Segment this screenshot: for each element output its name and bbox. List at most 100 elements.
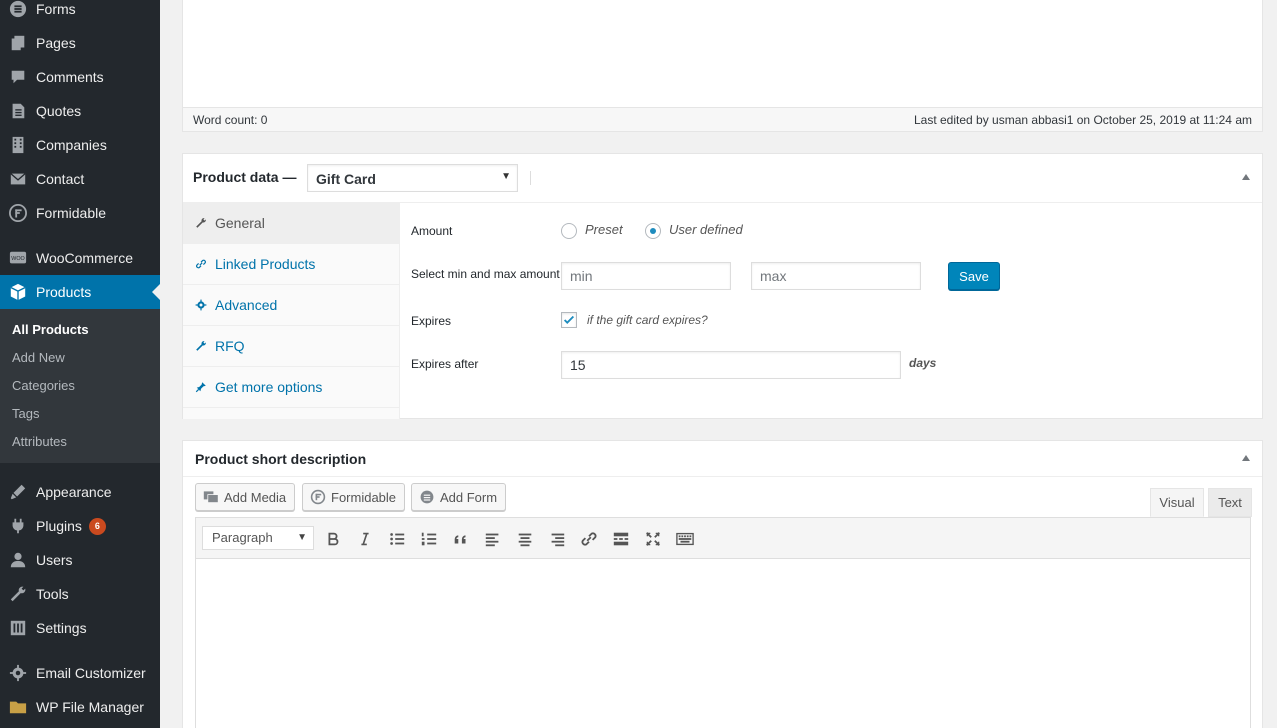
- product-data-header: Product data — Gift Card ▼: [183, 154, 1262, 203]
- menu-item-quotes[interactable]: Quotes: [0, 94, 160, 128]
- wrench-icon: [194, 339, 208, 353]
- plugins-icon: [8, 516, 28, 536]
- bullet-list-icon: [390, 533, 405, 545]
- woocommerce-icon: WOO: [8, 248, 28, 268]
- menu-item-label: Formidable: [36, 205, 107, 221]
- menu-item-email-customizer[interactable]: Email Customizer: [0, 656, 160, 690]
- expires-label: Expires: [411, 314, 452, 328]
- add-form-label: Add Form: [440, 489, 498, 505]
- menu-item-tools[interactable]: Tools: [0, 577, 160, 611]
- menu-item-label: Settings: [36, 620, 87, 636]
- add-media-label: Add Media: [224, 489, 287, 505]
- menu-item-contact[interactable]: Contact: [0, 162, 160, 196]
- wrench-icon: [194, 216, 208, 230]
- toolbar-toggle-button[interactable]: [672, 526, 698, 552]
- italic-button[interactable]: [352, 526, 378, 552]
- align-left-button[interactable]: [480, 526, 506, 552]
- short-description-editor[interactable]: [195, 558, 1251, 728]
- tools-icon: [8, 584, 28, 604]
- expires-checkbox[interactable]: [561, 312, 577, 328]
- menu-item-companies[interactable]: Companies: [0, 128, 160, 162]
- menu-item-label: Pages: [36, 35, 76, 51]
- menu-item-woocommerce[interactable]: WOO WooCommerce: [0, 241, 160, 275]
- menu-item-label: Users: [36, 552, 73, 568]
- editor-toolbar: Paragraph ▼: [195, 517, 1251, 559]
- tab-text[interactable]: Text: [1208, 488, 1252, 517]
- format-select[interactable]: Paragraph ▼: [202, 526, 314, 550]
- tab-advanced[interactable]: Advanced: [183, 285, 399, 326]
- menu-item-appearance[interactable]: Appearance: [0, 475, 160, 509]
- align-left-icon: [485, 533, 499, 547]
- menu-item-forms[interactable]: Forms: [0, 0, 160, 26]
- product-type-select[interactable]: Gift Card ▼: [307, 164, 518, 192]
- checkmark-icon: [563, 315, 575, 324]
- max-amount-input[interactable]: [751, 262, 921, 290]
- menu-item-formidable[interactable]: Formidable: [0, 196, 160, 230]
- min-amount-input[interactable]: [561, 262, 731, 290]
- submenu-add-new[interactable]: Add New: [12, 350, 65, 365]
- menu-item-label: Companies: [36, 137, 107, 153]
- plugin-icon: [194, 380, 208, 394]
- insert-link-button[interactable]: [576, 526, 602, 552]
- tab-rfq[interactable]: RFQ: [183, 326, 399, 367]
- numbered-list-button[interactable]: [416, 526, 442, 552]
- save-button[interactable]: Save: [948, 262, 1000, 290]
- submenu-attributes[interactable]: Attributes: [12, 434, 67, 449]
- fullscreen-icon: [646, 532, 660, 546]
- tab-get-more-options[interactable]: Get more options: [183, 367, 399, 408]
- tab-linked-products[interactable]: Linked Products: [183, 244, 399, 285]
- formidable-button[interactable]: Formidable: [302, 483, 406, 511]
- formidable-icon: [8, 203, 28, 223]
- expires-after-input[interactable]: [561, 351, 901, 379]
- menu-item-comments[interactable]: Comments: [0, 60, 160, 94]
- align-center-button[interactable]: [512, 526, 538, 552]
- plugins-update-badge: 6: [88, 517, 106, 535]
- short-description-panel: Product short description Add Media Form…: [182, 440, 1263, 728]
- tab-label: General: [215, 215, 265, 231]
- amount-preset-radio[interactable]: [561, 223, 577, 239]
- menu-item-users[interactable]: Users: [0, 543, 160, 577]
- menu-item-label: Appearance: [36, 484, 112, 500]
- link-icon: [581, 532, 597, 546]
- bold-button[interactable]: [320, 526, 346, 552]
- appearance-icon: [8, 482, 28, 502]
- add-form-button[interactable]: Add Form: [411, 483, 507, 511]
- align-right-button[interactable]: [544, 526, 570, 552]
- collapse-toggle-icon[interactable]: [1242, 455, 1250, 461]
- amount-user-defined-radio[interactable]: [645, 223, 661, 239]
- amount-user-defined-label: User defined: [669, 222, 743, 237]
- read-more-icon: [613, 532, 629, 546]
- collapse-toggle-icon[interactable]: [1242, 174, 1250, 180]
- submenu-categories[interactable]: Categories: [12, 378, 75, 393]
- menu-item-label: Plugins: [36, 518, 82, 534]
- last-edited: Last edited by usman abbasi1 on October …: [913, 113, 1252, 127]
- add-media-button[interactable]: Add Media: [195, 483, 296, 511]
- header-divider: [183, 476, 1262, 477]
- menu-item-label: WooCommerce: [36, 250, 133, 266]
- users-icon: [8, 550, 28, 570]
- read-more-button[interactable]: [608, 526, 634, 552]
- amount-preset-label: Preset: [585, 222, 623, 237]
- bullet-list-button[interactable]: [384, 526, 410, 552]
- fullscreen-button[interactable]: [640, 526, 666, 552]
- comments-icon: [8, 67, 28, 87]
- menu-item-settings[interactable]: Settings: [0, 611, 160, 645]
- dropdown-arrow-icon: ▼: [501, 171, 511, 182]
- products-icon: [8, 282, 28, 302]
- menu-item-products[interactable]: Products: [0, 275, 160, 309]
- tab-general[interactable]: General: [183, 203, 399, 244]
- expires-description: if the gift card expires?: [587, 313, 708, 327]
- header-divider: [530, 171, 531, 185]
- menu-item-wp-file-manager[interactable]: WP File Manager: [0, 690, 160, 724]
- menu-item-pages[interactable]: Pages: [0, 26, 160, 60]
- align-center-icon: [518, 533, 532, 547]
- blockquote-button[interactable]: [448, 526, 474, 552]
- menu-item-label: Quotes: [36, 103, 82, 119]
- italic-icon: [361, 532, 369, 546]
- align-right-icon: [551, 533, 565, 547]
- menu-item-label: Products: [36, 284, 92, 300]
- menu-item-plugins[interactable]: Plugins 6: [0, 509, 160, 543]
- tab-visual[interactable]: Visual: [1150, 488, 1204, 517]
- submenu-tags[interactable]: Tags: [12, 406, 39, 421]
- submenu-all-products[interactable]: All Products: [12, 322, 89, 337]
